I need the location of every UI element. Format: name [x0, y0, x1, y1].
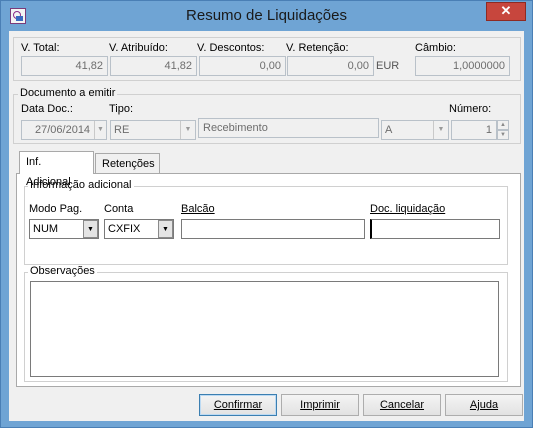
tab-retencoes[interactable]: Retenções [95, 153, 160, 174]
tab-panel-inf-adicional: Informação adicional Modo Pag. NUM ▼ Con… [16, 173, 521, 387]
close-button[interactable]: ✕ [486, 2, 526, 21]
serie-combo[interactable]: A ▼ [381, 120, 449, 140]
v-retencao-field: 0,00 [287, 56, 374, 76]
dialog-window: Resumo de Liquidações ✕ V. Total: 41,82 … [0, 0, 533, 428]
numero-label: Número: [449, 103, 492, 115]
modo-pag-value: NUM [33, 223, 59, 235]
serie-value: A [385, 124, 393, 136]
v-descontos-field: 0,00 [199, 56, 286, 76]
conta-combo[interactable]: CXFIX ▼ [104, 219, 174, 239]
data-doc-picker[interactable]: 27/06/2014 ▼ [21, 120, 107, 140]
balcao-label: Balcão [181, 203, 215, 215]
chevron-down-icon[interactable]: ▼ [180, 121, 195, 139]
chevron-down-icon[interactable]: ▼ [94, 121, 106, 139]
tipo-description-field: Recebimento [198, 118, 379, 138]
tipo-combo[interactable]: RE ▼ [110, 120, 196, 140]
tipo-label: Tipo: [109, 103, 134, 115]
modo-pag-combo[interactable]: NUM ▼ [29, 219, 99, 239]
cancelar-button[interactable]: Cancelar [363, 394, 441, 416]
cambio-label: Câmbio: [415, 42, 456, 54]
title-bar[interactable]: Resumo de Liquidações ✕ [1, 1, 532, 31]
v-atribuido-label: V. Atribuído: [109, 42, 168, 54]
imprimir-button-label: Imprimir [300, 399, 340, 411]
chevron-down-icon[interactable]: ▼ [83, 220, 98, 238]
v-retencao-label: V. Retenção: [286, 42, 349, 54]
v-total-label: V. Total: [21, 42, 60, 54]
modo-pag-label: Modo Pag. [29, 203, 83, 215]
spin-up-icon[interactable]: ▲ [497, 120, 509, 130]
conta-label: Conta [104, 203, 134, 215]
data-doc-label: Data Doc.: [21, 103, 73, 115]
imprimir-button[interactable]: Imprimir [281, 394, 359, 416]
data-doc-value: 27/06/2014 [35, 124, 91, 136]
v-descontos-label: V. Descontos: [197, 42, 265, 54]
v-total-field: 41,82 [21, 56, 108, 76]
tab-inf-adicional[interactable]: Inf. Adicional [19, 151, 94, 188]
balcao-input[interactable] [181, 219, 365, 239]
ajuda-button[interactable]: Ajuda [445, 394, 523, 416]
ajuda-button-label: Ajuda [469, 399, 499, 411]
doc-liquidacao-label: Doc. liquidação [370, 203, 446, 215]
spin-down-icon[interactable]: ▼ [497, 130, 509, 140]
numero-field: 1 [451, 120, 497, 140]
cancelar-button-label: Cancelar [379, 399, 425, 411]
doc-liquidacao-input[interactable] [370, 219, 500, 239]
documento-group-title: Documento a emitir [18, 87, 118, 99]
observacoes-textarea[interactable] [30, 281, 499, 377]
confirmar-button-label: Confirmar [213, 399, 263, 411]
chevron-down-icon[interactable]: ▼ [433, 121, 448, 139]
confirmar-button[interactable]: Confirmar [199, 394, 277, 416]
v-atribuido-field: 41,82 [110, 56, 197, 76]
conta-value: CXFIX [108, 223, 141, 235]
currency-label: EUR [376, 60, 400, 72]
observacoes-group-title: Observações [28, 265, 97, 277]
cambio-field: 1,0000000 [415, 56, 510, 76]
tipo-value: RE [114, 124, 130, 136]
window-title: Resumo de Liquidações [186, 7, 347, 24]
dialog-client-area: V. Total: 41,82 V. Atribuído: 41,82 V. D… [9, 31, 524, 421]
chevron-down-icon[interactable]: ▼ [158, 220, 173, 238]
